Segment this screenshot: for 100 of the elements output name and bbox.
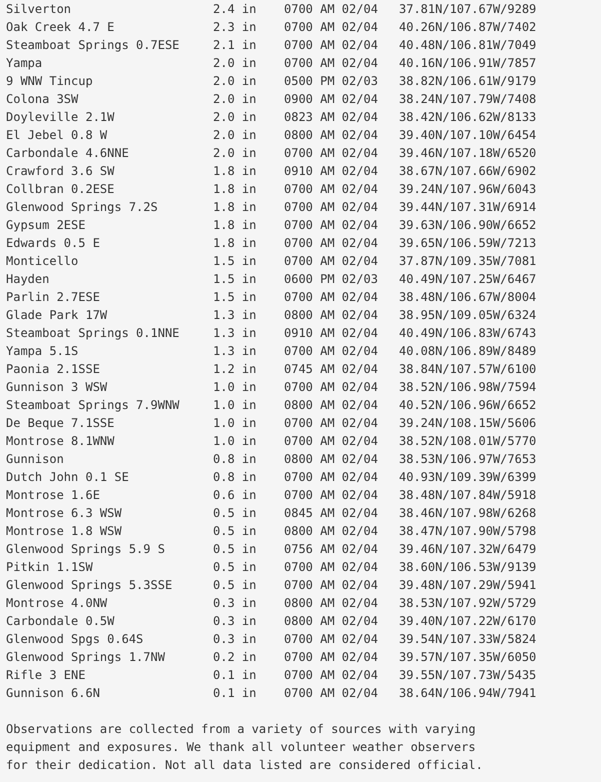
snowfall-amount: 0.1 in [213, 667, 258, 684]
station-name: Paonia 2.1SSE [6, 361, 101, 378]
observation-time: 0700 AM 02/04 [284, 217, 379, 234]
snowfall-amount: 2.0 in [213, 109, 258, 126]
station-location: 38.24N/107.79W/7408 [399, 91, 536, 108]
observation-time: 0800 AM 02/04 [284, 523, 379, 540]
snowfall-amount: 0.1 in [213, 685, 258, 702]
station-location: 38.64N/106.94W/7941 [399, 685, 536, 702]
observation-time: 0700 AM 02/04 [284, 289, 379, 306]
station-location: 40.16N/106.91W/7857 [399, 55, 536, 72]
station-location: 39.48N/107.29W/5941 [399, 577, 536, 594]
station-location: 38.53N/106.97W/7653 [399, 451, 536, 468]
snowfall-amount: 1.3 in [213, 307, 258, 324]
snowfall-amount: 2.3 in [213, 19, 258, 36]
station-location: 38.53N/107.92W/5729 [399, 595, 536, 612]
observation-time: 0845 AM 02/04 [284, 505, 379, 522]
snowfall-amount: 0.6 in [213, 487, 258, 504]
snowfall-amount: 1.0 in [213, 433, 258, 450]
station-name: Glenwood Springs 5.3SSE [6, 577, 174, 594]
station-name: Crawford 3.6 SW [6, 163, 116, 180]
snowfall-amount: 1.3 in [213, 325, 258, 342]
station-location: 39.57N/107.35W/6050 [399, 649, 536, 666]
observation-time: 0700 AM 02/04 [284, 55, 379, 72]
station-location: 38.48N/106.67W/8004 [399, 289, 536, 306]
snowfall-amount: 1.8 in [213, 235, 258, 252]
station-name: Collbran 0.2ESE [6, 181, 116, 198]
station-name: Rifle 3 ENE [6, 667, 86, 684]
station-name: Oak Creek 4.7 E [6, 19, 116, 36]
observation-time: 0700 AM 02/04 [284, 253, 379, 270]
station-location: 40.93N/109.39W/6399 [399, 469, 536, 486]
station-name: Glenwood Springs 5.9 S [6, 541, 166, 558]
station-name: Montrose 4.0NW [6, 595, 108, 612]
observation-time: 0800 AM 02/04 [284, 613, 379, 630]
station-name: Glenwood Springs 7.2S [6, 199, 159, 216]
station-location: 39.65N/106.59W/7213 [399, 235, 536, 252]
station-location: 39.24N/108.15W/5606 [399, 415, 536, 432]
station-name: Steamboat Springs 0.1NNE [6, 325, 180, 342]
observation-time: 0700 AM 02/04 [284, 1, 379, 18]
observation-time: 0700 AM 02/04 [284, 631, 379, 648]
observation-time: 0745 AM 02/04 [284, 361, 379, 378]
snowfall-amount: 0.2 in [213, 649, 258, 666]
station-name: Montrose 6.3 WSW [6, 505, 123, 522]
station-name: Gypsum 2ESE [6, 217, 86, 234]
observation-time: 0700 AM 02/04 [284, 19, 379, 36]
station-name: Hayden [6, 271, 50, 288]
station-location: 38.82N/106.61W/9179 [399, 73, 536, 90]
station-location: 39.55N/107.73W/5435 [399, 667, 536, 684]
snowfall-amount: 1.0 in [213, 379, 258, 396]
station-name: Dutch John 0.1 SE [6, 469, 130, 486]
snowfall-amount: 0.5 in [213, 541, 258, 558]
snowfall-amount: 0.8 in [213, 469, 258, 486]
station-location: 38.84N/107.57W/6100 [399, 361, 536, 378]
observation-time: 0800 AM 02/04 [284, 307, 379, 324]
station-location: 39.40N/107.10W/6454 [399, 127, 536, 144]
snowfall-amount: 1.3 in [213, 343, 258, 360]
observation-time: 0800 AM 02/04 [284, 451, 379, 468]
station-name: Gunnison [6, 451, 65, 468]
station-name: Montrose 1.8 WSW [6, 523, 123, 540]
station-location: 38.42N/106.62W/8133 [399, 109, 536, 126]
observation-time: 0910 AM 02/04 [284, 163, 379, 180]
snowfall-amount: 1.5 in [213, 289, 258, 306]
station-name: Monticello [6, 253, 80, 270]
station-location: 38.52N/106.98W/7594 [399, 379, 536, 396]
station-name: Yampa [6, 55, 44, 72]
snowfall-amount: 0.3 in [213, 613, 258, 630]
station-location: 38.46N/107.98W/6268 [399, 505, 536, 522]
station-location: 39.24N/107.96W/6043 [399, 181, 536, 198]
station-location: 39.54N/107.33W/5824 [399, 631, 536, 648]
station-location: 38.48N/107.84W/5918 [399, 487, 536, 504]
observation-time: 0700 AM 02/04 [284, 667, 379, 684]
observation-time: 0700 AM 02/04 [284, 469, 379, 486]
observation-time: 0756 AM 02/04 [284, 541, 379, 558]
observation-time: 0700 AM 02/04 [284, 37, 379, 54]
observation-time: 0900 AM 02/04 [284, 91, 379, 108]
station-name: Silverton [6, 1, 72, 18]
observation-time: 0700 AM 02/04 [284, 415, 379, 432]
station-name: Colona 3SW [6, 91, 80, 108]
station-location: 37.87N/109.35W/7081 [399, 253, 536, 270]
station-location: 38.60N/106.53W/9139 [399, 559, 536, 576]
station-location: 38.47N/107.90W/5798 [399, 523, 536, 540]
observation-time: 0823 AM 02/04 [284, 109, 379, 126]
station-location: 40.49N/107.25W/6467 [399, 271, 536, 288]
station-name: Carbondale 4.6NNE [6, 145, 130, 162]
station-location: 37.81N/107.67W/9289 [399, 1, 536, 18]
snowfall-amount: 0.5 in [213, 505, 258, 522]
observation-time: 0700 AM 02/04 [284, 181, 379, 198]
station-name: Pitkin 1.1SW [6, 559, 94, 576]
observation-time: 0700 AM 02/04 [284, 433, 379, 450]
station-name: Gunnison 6.6N [6, 685, 101, 702]
snowfall-amount: 0.5 in [213, 523, 258, 540]
snowfall-amount: 1.5 in [213, 253, 258, 270]
station-location: 39.40N/107.22W/6170 [399, 613, 536, 630]
observation-time: 0700 AM 02/04 [284, 559, 379, 576]
observation-time: 0800 AM 02/04 [284, 595, 379, 612]
station-location: 38.67N/107.66W/6902 [399, 163, 536, 180]
station-name: Gunnison 3 WSW [6, 379, 108, 396]
station-name: Parlin 2.7ESE [6, 289, 101, 306]
station-location: 39.46N/107.18W/6520 [399, 145, 536, 162]
station-location: 39.44N/107.31W/6914 [399, 199, 536, 216]
observation-time: 0910 AM 02/04 [284, 325, 379, 342]
